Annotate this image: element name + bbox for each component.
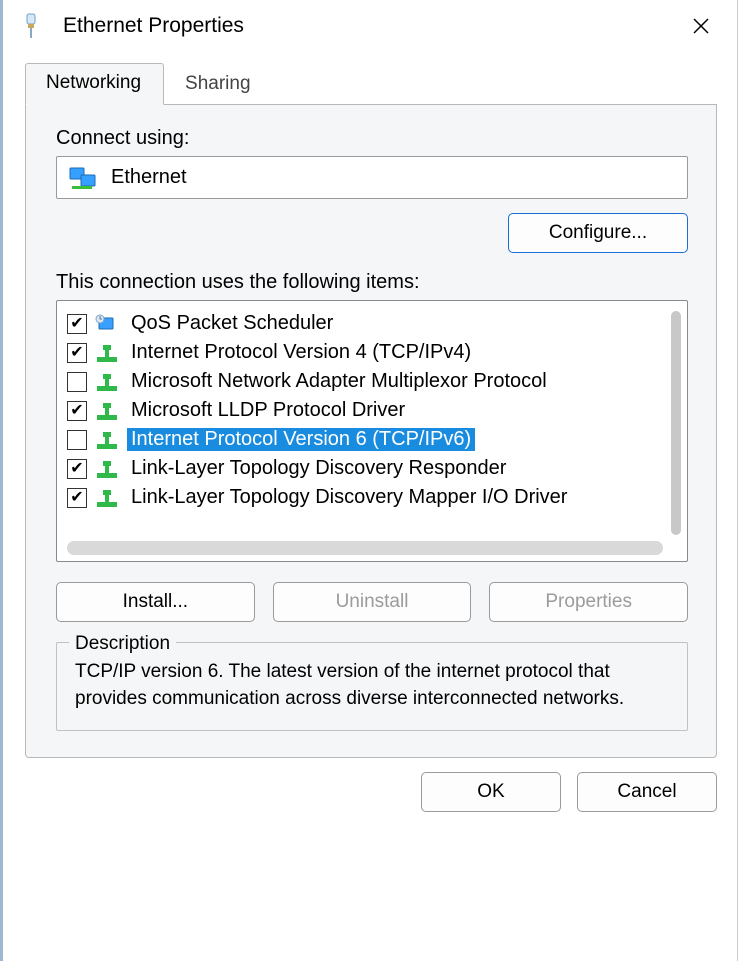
list-item-label: Microsoft LLDP Protocol Driver xyxy=(127,399,409,422)
protocol-icon xyxy=(95,459,119,479)
horizontal-scrollbar[interactable] xyxy=(67,541,663,555)
vertical-scrollbar[interactable] xyxy=(671,311,681,535)
adapter-icon xyxy=(69,167,97,189)
list-item-label: Link-Layer Topology Discovery Mapper I/O… xyxy=(127,486,571,509)
description-legend: Description xyxy=(69,631,176,658)
properties-button: Properties xyxy=(489,582,688,622)
list-item[interactable]: QoS Packet Scheduler xyxy=(67,309,665,338)
list-item[interactable]: Internet Protocol Version 4 (TCP/IPv4) xyxy=(67,338,665,367)
tab-sharing[interactable]: Sharing xyxy=(164,64,274,105)
list-item-label: Link-Layer Topology Discovery Responder xyxy=(127,457,510,480)
list-item[interactable]: Microsoft Network Adapter Multiplexor Pr… xyxy=(67,367,665,396)
protocol-icon xyxy=(95,372,119,392)
description-text: TCP/IP version 6. The latest version of … xyxy=(75,661,624,709)
list-item-label: Microsoft Network Adapter Multiplexor Pr… xyxy=(127,370,551,393)
tab-networking[interactable]: Networking xyxy=(25,63,164,105)
list-item-label: Internet Protocol Version 4 (TCP/IPv4) xyxy=(127,341,475,364)
list-item[interactable]: Microsoft LLDP Protocol Driver xyxy=(67,396,665,425)
qos-icon xyxy=(95,314,119,334)
checkbox[interactable] xyxy=(67,314,87,334)
install-button[interactable]: Install... xyxy=(56,582,255,622)
tab-panel-networking: Connect using: Ethernet Configure... Thi… xyxy=(25,105,717,758)
protocol-icon xyxy=(95,401,119,421)
close-icon xyxy=(692,17,710,35)
checkbox[interactable] xyxy=(67,343,87,363)
checkbox[interactable] xyxy=(67,488,87,508)
items-label: This connection uses the following items… xyxy=(56,271,688,294)
list-item[interactable]: Link-Layer Topology Discovery Responder xyxy=(67,454,665,483)
protocol-icon xyxy=(95,343,119,363)
list-item[interactable]: Link-Layer Topology Discovery Mapper I/O… xyxy=(67,483,665,512)
titlebar: Ethernet Properties xyxy=(3,0,737,50)
ok-button[interactable]: OK xyxy=(421,772,561,812)
dialog-footer: OK Cancel xyxy=(3,758,737,830)
protocol-icon xyxy=(95,430,119,450)
checkbox[interactable] xyxy=(67,459,87,479)
tab-strip: Networking Sharing Connect using: Ethern… xyxy=(25,62,717,758)
list-item[interactable]: Internet Protocol Version 6 (TCP/IPv6) xyxy=(67,425,665,454)
uninstall-button: Uninstall xyxy=(273,582,472,622)
list-item-label: Internet Protocol Version 6 (TCP/IPv6) xyxy=(127,428,475,451)
adapter-box[interactable]: Ethernet xyxy=(56,156,688,199)
close-button[interactable] xyxy=(679,8,723,44)
description-groupbox: Description TCP/IP version 6. The latest… xyxy=(56,642,688,731)
tabs: Networking Sharing xyxy=(25,62,717,105)
connect-using-label: Connect using: xyxy=(56,127,688,150)
checkbox[interactable] xyxy=(67,430,87,450)
items-listbox: QoS Packet Scheduler Internet Protocol Ve… xyxy=(56,300,688,562)
list-item-label: QoS Packet Scheduler xyxy=(127,312,337,335)
cancel-button[interactable]: Cancel xyxy=(577,772,717,812)
configure-button[interactable]: Configure... xyxy=(508,213,688,253)
app-icon xyxy=(21,12,53,40)
item-action-row: Install... Uninstall Properties xyxy=(56,582,688,622)
checkbox[interactable] xyxy=(67,401,87,421)
protocol-icon xyxy=(95,488,119,508)
window-title: Ethernet Properties xyxy=(53,14,679,38)
adapter-name: Ethernet xyxy=(111,166,187,189)
checkbox[interactable] xyxy=(67,372,87,392)
